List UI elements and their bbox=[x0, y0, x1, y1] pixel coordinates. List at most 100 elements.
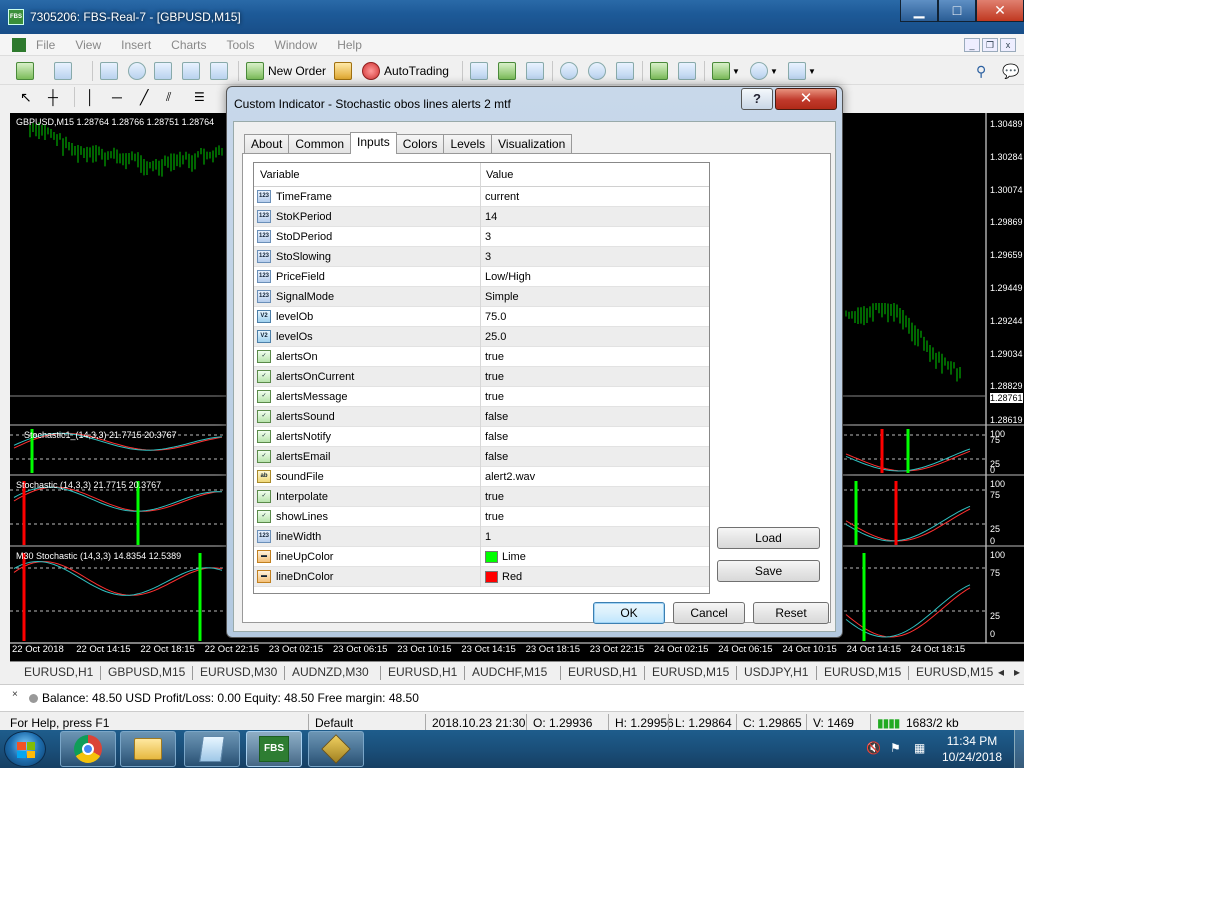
periods-button[interactable]: ▼ bbox=[750, 61, 778, 81]
param-value[interactable]: 3 bbox=[485, 251, 491, 263]
chart-window-icon[interactable] bbox=[12, 38, 26, 52]
tabs-scroll-right-icon[interactable]: ▸ bbox=[1014, 665, 1020, 679]
chart-tab[interactable]: EURUSD,M15 bbox=[916, 665, 993, 679]
table-row[interactable]: ab soundFile alert2.wav bbox=[254, 467, 709, 487]
search-button[interactable]: ⚲ bbox=[976, 61, 986, 81]
market-watch-button[interactable] bbox=[100, 61, 118, 81]
terminal-button[interactable] bbox=[182, 61, 200, 81]
metaeditor-button[interactable] bbox=[334, 61, 352, 81]
chart-tab[interactable]: AUDNZD,M30 bbox=[292, 665, 369, 679]
mdi-restore-icon[interactable]: ❐ bbox=[982, 38, 998, 52]
table-row[interactable]: 123 PriceField Low/High bbox=[254, 267, 709, 287]
mt4-task-button[interactable] bbox=[308, 731, 364, 767]
tab-colors[interactable]: Colors bbox=[395, 134, 445, 154]
zoom-in-button[interactable] bbox=[560, 61, 578, 81]
param-value[interactable]: Lime bbox=[485, 551, 526, 563]
zoom-out-button[interactable] bbox=[588, 61, 606, 81]
data-window-button[interactable] bbox=[154, 61, 172, 81]
param-value[interactable]: true bbox=[485, 371, 504, 383]
value-column-header[interactable]: Value bbox=[486, 169, 513, 181]
crosshair-tool-icon[interactable]: ┼ bbox=[48, 87, 58, 107]
chart-tab[interactable]: EURUSD,H1 bbox=[568, 665, 637, 679]
chart-tab[interactable]: EURUSD,M30 bbox=[200, 665, 277, 679]
table-row[interactable]: ✓ alertsNotify false bbox=[254, 427, 709, 447]
maximize-button[interactable]: □ bbox=[938, 0, 976, 22]
equidistant-channel-icon[interactable]: ⫽ bbox=[166, 87, 171, 107]
table-row[interactable]: 123 SignalMode Simple bbox=[254, 287, 709, 307]
save-button[interactable]: Save bbox=[717, 560, 820, 582]
profiles-button[interactable] bbox=[54, 61, 72, 81]
network-icon[interactable]: ▦ bbox=[914, 741, 925, 768]
param-value[interactable]: Red bbox=[485, 571, 522, 583]
fbs-task-button[interactable]: FBS bbox=[246, 731, 302, 767]
variable-column-header[interactable]: Variable bbox=[260, 169, 300, 181]
chart-tab[interactable]: EURUSD,M15 bbox=[652, 665, 729, 679]
chart-tab[interactable]: EURUSD,H1 bbox=[388, 665, 457, 679]
tab-levels[interactable]: Levels bbox=[443, 134, 493, 154]
param-value[interactable]: Simple bbox=[485, 291, 519, 303]
menu-item-insert[interactable]: Insert bbox=[121, 38, 161, 52]
tab-common[interactable]: Common bbox=[288, 134, 352, 154]
table-row[interactable]: ✓ alertsOn true bbox=[254, 347, 709, 367]
new-chart-button[interactable] bbox=[16, 61, 34, 81]
menu-item-charts[interactable]: Charts bbox=[171, 38, 216, 52]
auto-trading-button[interactable]: AutoTrading bbox=[362, 61, 449, 81]
close-button[interactable]: ✕ bbox=[976, 0, 1024, 22]
table-row[interactable]: ▬ lineDnColor Red bbox=[254, 567, 709, 587]
table-row[interactable]: ✓ alertsSound false bbox=[254, 407, 709, 427]
explorer-task-button[interactable] bbox=[120, 731, 176, 767]
param-value[interactable]: 25.0 bbox=[485, 331, 506, 343]
reset-button[interactable]: Reset bbox=[753, 602, 829, 624]
menu-item-view[interactable]: View bbox=[75, 38, 111, 52]
param-value[interactable]: false bbox=[485, 451, 508, 463]
param-value[interactable]: current bbox=[485, 191, 519, 203]
autoscroll-button[interactable] bbox=[650, 61, 668, 81]
volume-muted-icon[interactable]: 🔇 bbox=[866, 741, 881, 768]
action-center-icon[interactable]: ⚑ bbox=[890, 741, 901, 768]
param-value[interactable]: 75.0 bbox=[485, 311, 506, 323]
templates-button[interactable]: ▼ bbox=[788, 61, 816, 81]
table-row[interactable]: 123 StoSlowing 3 bbox=[254, 247, 709, 267]
load-button[interactable]: Load bbox=[717, 527, 820, 549]
table-row[interactable]: 123 StoKPeriod 14 bbox=[254, 207, 709, 227]
line-chart-button[interactable] bbox=[526, 61, 544, 81]
minimize-button[interactable]: ▁ bbox=[900, 0, 938, 22]
start-button[interactable] bbox=[4, 731, 46, 767]
tab-visualization[interactable]: Visualization bbox=[491, 134, 573, 154]
table-row[interactable]: 123 lineWidth 1 bbox=[254, 527, 709, 547]
horizontal-line-icon[interactable]: ─ bbox=[112, 87, 122, 107]
table-row[interactable]: V2 levelOs 25.0 bbox=[254, 327, 709, 347]
menu-item-tools[interactable]: Tools bbox=[227, 38, 265, 52]
chart-tab[interactable]: USDJPY,H1 bbox=[744, 665, 808, 679]
table-row[interactable]: 123 TimeFrame current bbox=[254, 187, 709, 207]
mdi-minimize-icon[interactable]: _ bbox=[964, 38, 980, 52]
fibonacci-icon[interactable]: ☰ bbox=[194, 87, 205, 107]
chart-tab[interactable]: EURUSD,M15 bbox=[824, 665, 901, 679]
chart-tab[interactable]: AUDCHF,M15 bbox=[472, 665, 547, 679]
param-value[interactable]: 3 bbox=[485, 231, 491, 243]
chart-tab[interactable]: GBPUSD,M15 bbox=[108, 665, 185, 679]
new-order-button[interactable]: New Order bbox=[246, 61, 326, 81]
strategy-tester-button[interactable] bbox=[210, 61, 228, 81]
table-row[interactable]: ▬ lineUpColor Lime bbox=[254, 547, 709, 567]
param-value[interactable]: true bbox=[485, 391, 504, 403]
chat-button[interactable]: 💬 bbox=[1002, 61, 1019, 81]
cancel-button[interactable]: Cancel bbox=[673, 602, 745, 624]
table-row[interactable]: 123 StoDPeriod 3 bbox=[254, 227, 709, 247]
dialog-close-icon[interactable]: ✕ bbox=[775, 88, 837, 110]
candlesticks-button[interactable] bbox=[498, 61, 516, 81]
param-value[interactable]: 1 bbox=[485, 531, 491, 543]
system-clock[interactable]: 11:34 PM 10/24/2018 bbox=[932, 733, 1012, 765]
param-value[interactable]: alert2.wav bbox=[485, 471, 535, 483]
table-row[interactable]: ✓ Interpolate true bbox=[254, 487, 709, 507]
param-value[interactable]: Low/High bbox=[485, 271, 531, 283]
mdi-close-icon[interactable]: x bbox=[1000, 38, 1016, 52]
table-row[interactable]: V2 levelOb 75.0 bbox=[254, 307, 709, 327]
param-value[interactable]: true bbox=[485, 491, 504, 503]
chrome-task-button[interactable] bbox=[60, 731, 116, 767]
menu-item-help[interactable]: Help bbox=[337, 38, 372, 52]
table-row[interactable]: ✓ alertsMessage true bbox=[254, 387, 709, 407]
navigator-button[interactable] bbox=[128, 61, 146, 81]
menu-item-file[interactable]: File bbox=[36, 38, 65, 52]
trendline-icon[interactable]: ╱ bbox=[140, 87, 148, 107]
